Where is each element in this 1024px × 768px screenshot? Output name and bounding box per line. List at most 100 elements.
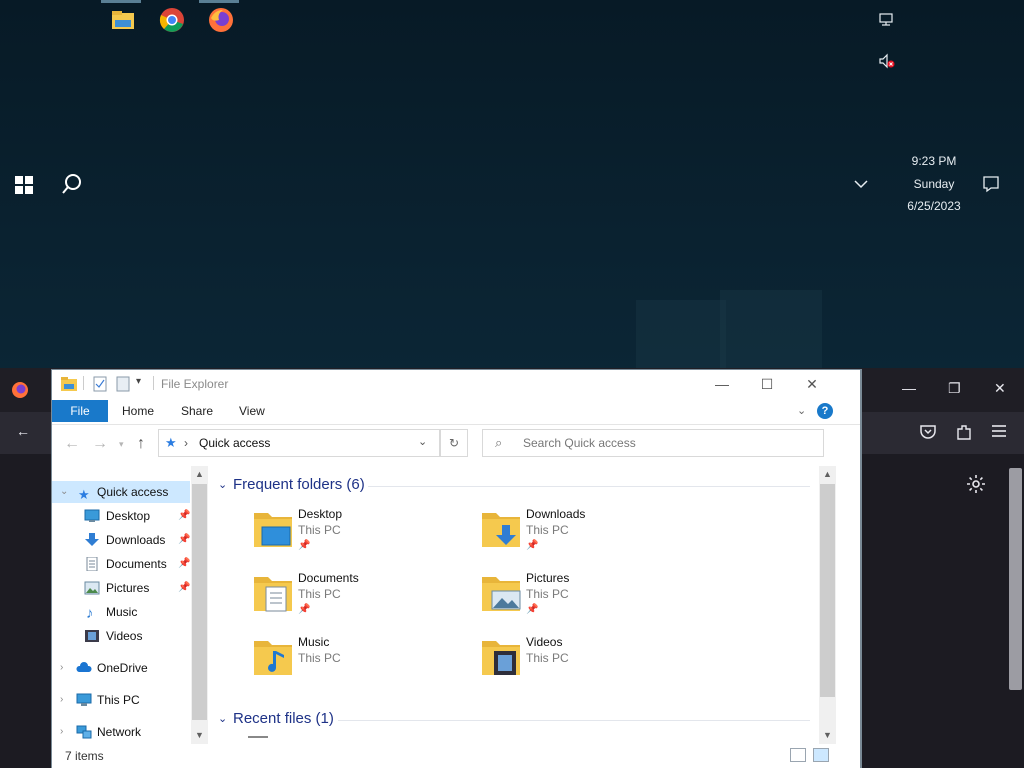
address-dropdown-icon[interactable]: ⌄ [418, 435, 427, 448]
breadcrumb-separator[interactable]: › [184, 436, 188, 450]
nav-label: Quick access [97, 485, 169, 499]
forward-arrow-icon[interactable]: → [92, 435, 108, 453]
ribbon-expand-icon[interactable]: ⌄ [797, 404, 806, 417]
folder-tile-pictures[interactable]: Pictures This PC 📌 [480, 571, 700, 627]
nav-scroll-down-icon[interactable]: ▼ [191, 730, 208, 740]
group-divider [368, 486, 810, 487]
file-explorer-icon[interactable] [101, 0, 141, 34]
windows-start-icon[interactable] [15, 176, 33, 197]
folder-tile-downloads[interactable]: Downloads This PC 📌 [480, 507, 700, 563]
chevron-down-icon[interactable] [854, 178, 868, 192]
browser-minimize-icon[interactable]: — [902, 380, 916, 396]
documents-icon [86, 557, 98, 571]
nav-item-videos[interactable]: Videos [52, 625, 190, 647]
large-icons-view-icon[interactable] [813, 748, 829, 762]
chrome-icon[interactable] [158, 6, 186, 34]
group-header-recent[interactable]: Recent files (1) [233, 710, 334, 727]
close-button[interactable]: ✕ [790, 370, 834, 398]
clock-day[interactable]: Sunday [900, 177, 968, 191]
search-input[interactable]: ⌕ Search Quick access [482, 429, 824, 457]
expand-caret-icon[interactable]: › [60, 689, 63, 711]
pin-icon: 📌 [178, 534, 191, 545]
navigation-pane: ⌄ ★ Quick access Desktop 📌 Downloads 📌 D… [52, 463, 208, 743]
up-arrow-icon[interactable]: ↑ [137, 435, 145, 453]
explorer-titlebar[interactable]: ▾ File Explorer — ☐ ✕ [52, 370, 860, 398]
firefox-tab-icon[interactable] [11, 381, 29, 402]
nav-item-documents[interactable]: Documents 📌 [52, 553, 190, 575]
nav-scroll-thumb[interactable] [192, 484, 207, 720]
content-scroll-thumb[interactable] [820, 484, 835, 697]
group-header-frequent[interactable]: Frequent folders (6) [233, 476, 365, 493]
extensions-icon[interactable] [955, 423, 973, 444]
tab-file[interactable]: File [52, 400, 108, 422]
search-placeholder: Search Quick access [523, 436, 636, 450]
back-arrow-icon[interactable]: ← [64, 435, 80, 453]
collapse-caret-icon[interactable]: ⌄ [60, 481, 68, 503]
recent-file-partial[interactable] [248, 736, 268, 738]
maximize-button[interactable]: ☐ [745, 370, 789, 398]
videos-icon [85, 630, 99, 642]
nav-item-desktop[interactable]: Desktop 📌 [52, 505, 190, 527]
nav-item-pictures[interactable]: Pictures 📌 [52, 577, 190, 599]
quick-access-star-icon: ★ [165, 435, 177, 450]
clock-time[interactable]: 9:23 PM [900, 154, 968, 168]
help-icon[interactable]: ? [817, 403, 833, 419]
folder-tile-desktop[interactable]: Desktop This PC 📌 [252, 507, 472, 563]
file-explorer-window[interactable]: ▾ File Explorer — ☐ ✕ File Home Share Vi… [51, 369, 861, 768]
nav-scroll-up-icon[interactable]: ▲ [191, 469, 208, 479]
ribbon-tabs: File Home Share View ⌄ ? [52, 398, 860, 425]
wallpaper-shape [636, 300, 726, 368]
firefox-icon[interactable] [199, 0, 239, 34]
properties-icon[interactable] [93, 376, 107, 395]
folder-tile-documents[interactable]: Documents This PC 📌 [252, 571, 472, 627]
action-center-icon[interactable] [982, 175, 1000, 196]
refresh-button[interactable]: ↻ [440, 429, 468, 457]
nav-label: Pictures [106, 581, 150, 595]
tab-share[interactable]: Share [181, 404, 213, 418]
download-arrow-icon [85, 533, 99, 546]
nav-item-music[interactable]: ♪ Music [52, 601, 190, 623]
new-folder-icon[interactable] [116, 376, 130, 395]
browser-back-icon[interactable]: ← [16, 423, 30, 439]
details-view-icon[interactable] [790, 748, 806, 762]
tab-home[interactable]: Home [122, 404, 154, 418]
nav-item-onedrive[interactable]: › OneDrive [52, 657, 190, 679]
nav-item-downloads[interactable]: Downloads 📌 [52, 529, 190, 551]
recent-locations-icon[interactable]: ▾ [119, 439, 124, 450]
pin-icon: 📌 [298, 540, 311, 551]
tab-view[interactable]: View [239, 404, 265, 418]
folder-tile-videos[interactable]: Videos This PC [480, 635, 700, 691]
pin-icon: 📌 [526, 540, 539, 551]
nav-item-quick-access[interactable]: ⌄ ★ Quick access [52, 481, 190, 503]
nav-item-this-pc[interactable]: › This PC [52, 689, 190, 711]
folder-tile-music[interactable]: Music This PC [252, 635, 472, 691]
minimize-button[interactable]: — [700, 370, 744, 398]
qat-customize-icon[interactable]: ▾ [136, 376, 141, 387]
search-icon[interactable] [61, 173, 83, 198]
address-bar[interactable]: ★ › Quick access ⌄ [158, 429, 440, 457]
pocket-icon[interactable] [919, 423, 937, 444]
breadcrumb-quick-access[interactable]: Quick access [199, 436, 270, 450]
window-title: File Explorer [161, 377, 229, 391]
browser-close-icon[interactable]: ✕ [994, 380, 1006, 397]
gear-icon[interactable] [966, 474, 986, 497]
nav-label: Videos [106, 629, 143, 643]
browser-restore-icon[interactable]: ❐ [948, 380, 961, 397]
pictures-icon [84, 581, 100, 595]
expand-caret-icon[interactable]: › [60, 721, 63, 743]
desktop-folder-icon [84, 509, 100, 522]
folder-location: This PC [298, 587, 341, 601]
content-scroll-down-icon[interactable]: ▼ [819, 730, 836, 740]
browser-scrollbar-thumb[interactable] [1009, 468, 1022, 690]
network-tray-icon[interactable] [878, 12, 894, 31]
expand-caret-icon[interactable]: › [60, 657, 63, 679]
nav-item-network[interactable]: › Network [52, 721, 190, 743]
nav-label: Downloads [106, 533, 166, 547]
clock-date[interactable]: 6/25/2023 [900, 199, 968, 213]
group-collapse-icon[interactable]: ⌄ [218, 478, 227, 491]
group-collapse-icon[interactable]: ⌄ [218, 712, 227, 725]
hamburger-menu-icon[interactable] [991, 424, 1007, 441]
volume-muted-icon[interactable] [878, 53, 896, 72]
content-scroll-up-icon[interactable]: ▲ [819, 469, 836, 479]
search-glass-icon: ⌕ [495, 435, 503, 450]
